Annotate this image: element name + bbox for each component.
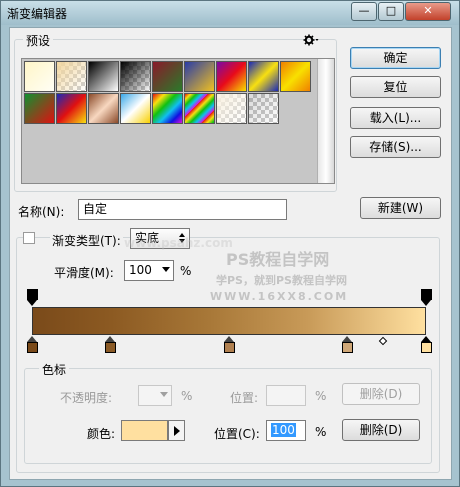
color-swatch[interactable] <box>121 420 168 441</box>
preset-swatch[interactable] <box>152 61 183 92</box>
presets-label: 预设 <box>23 32 54 49</box>
new-button[interactable]: 新建(W) <box>360 197 441 219</box>
close-button[interactable]: ✕ <box>405 2 451 21</box>
opacity-unit: % <box>181 389 193 403</box>
opacity-position-input <box>266 385 306 406</box>
preset-swatch[interactable] <box>24 61 55 92</box>
opacity-position-unit: % <box>315 389 327 403</box>
gradient-preview-bar[interactable] <box>32 307 426 335</box>
ok-button[interactable]: 确定 <box>350 47 441 69</box>
watermark-line1: PS教程自学网 <box>226 250 330 269</box>
preset-swatch[interactable] <box>184 61 215 92</box>
gradient-editor-window: 渐变编辑器 — □ ✕ 预设 确定 复位 载入(L)... 存储(S)... 名… <box>0 0 460 487</box>
color-stop[interactable] <box>341 336 353 353</box>
preset-swatch[interactable] <box>216 61 247 92</box>
window-title: 渐变编辑器 <box>7 7 68 21</box>
load-button[interactable]: 载入(L)... <box>350 107 441 129</box>
stops-group-label: 色标 <box>39 361 70 378</box>
color-stop[interactable] <box>26 336 38 353</box>
color-position-label: 位置(C): <box>214 427 260 441</box>
watermark-line2: 学PS，就到PS教程自学网 <box>216 274 347 287</box>
preset-swatch[interactable] <box>24 93 55 124</box>
preset-swatch[interactable] <box>88 61 119 92</box>
save-button[interactable]: 存储(S)... <box>350 136 441 158</box>
triangle-right-icon <box>174 426 180 436</box>
smoothness-value: 100 <box>129 263 152 277</box>
watermark-line3: WWW.16XX8.COM <box>210 290 349 303</box>
preset-swatch[interactable] <box>216 93 247 124</box>
gear-icon[interactable] <box>303 34 319 46</box>
dialog-client-area: 预设 确定 复位 载入(L)... 存储(S)... 名称(N): 自定 新建(… <box>9 27 452 480</box>
presets-scrollbar[interactable] <box>317 59 334 183</box>
reset-button[interactable]: 复位 <box>350 76 441 98</box>
preset-swatch[interactable] <box>280 61 311 92</box>
color-position-unit: % <box>315 425 327 439</box>
maximize-button[interactable]: □ <box>378 2 404 21</box>
chevron-down-icon[interactable] <box>162 267 170 272</box>
opacity-input <box>138 385 172 406</box>
delete-color-stop-button[interactable]: 删除(D) <box>342 419 420 441</box>
color-stop[interactable] <box>105 336 117 353</box>
preset-swatch[interactable] <box>184 93 215 124</box>
smoothness-label: 平滑度(M): <box>54 266 114 280</box>
title-bar[interactable]: 渐变编辑器 — □ ✕ <box>1 1 459 25</box>
presets-group: 预设 <box>14 32 337 192</box>
color-stop[interactable] <box>223 336 235 353</box>
minimize-button[interactable]: — <box>351 2 377 21</box>
color-position-value: 100 <box>271 423 296 437</box>
opacity-label: 不透明度: <box>60 391 113 405</box>
smoothness-input[interactable]: 100 <box>124 260 174 281</box>
preset-swatch[interactable] <box>88 93 119 124</box>
preset-swatch[interactable] <box>56 93 87 124</box>
preset-swatch[interactable] <box>120 93 151 124</box>
gradient-type-label: 渐变类型(T): <box>50 232 123 249</box>
opacity-position-label: 位置: <box>230 391 259 405</box>
preset-swatch[interactable] <box>120 61 151 92</box>
opacity-stop[interactable] <box>420 289 432 306</box>
opacity-stop[interactable] <box>26 289 38 306</box>
name-input[interactable]: 自定 <box>78 199 287 220</box>
preset-swatch[interactable] <box>56 61 87 92</box>
chevron-down-icon <box>160 392 168 397</box>
color-stop[interactable] <box>420 336 432 353</box>
name-label: 名称(N): <box>18 205 65 219</box>
gradient-type-checkbox[interactable] <box>23 232 35 244</box>
preset-swatch[interactable] <box>248 93 279 124</box>
preset-swatch[interactable] <box>248 61 279 92</box>
color-menu-button[interactable] <box>168 420 185 441</box>
color-label: 颜色: <box>87 427 116 441</box>
watermark-faint: www.psahz.com <box>124 236 233 250</box>
delete-opacity-stop-button: 删除(D) <box>342 383 420 405</box>
color-position-input[interactable]: 100 <box>266 420 306 441</box>
presets-grid <box>21 58 335 184</box>
preset-swatch[interactable] <box>152 93 183 124</box>
smoothness-unit: % <box>180 264 192 278</box>
